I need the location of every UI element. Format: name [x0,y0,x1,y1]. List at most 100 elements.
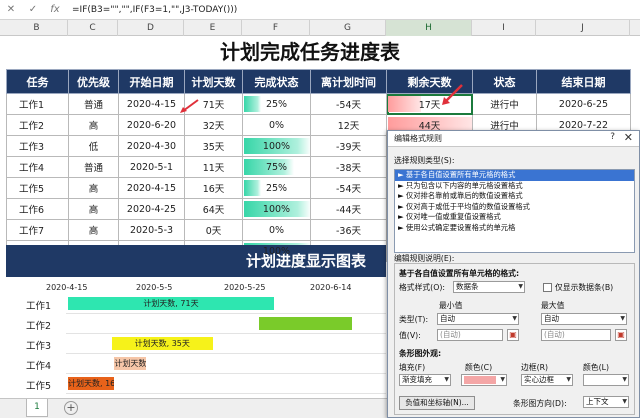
column-header-c[interactable]: C [68,20,118,36]
rule-type-item[interactable]: ► 使用公式确定要设置格式的单元格 [395,223,634,234]
rule-type-item[interactable]: ► 基于各自值设置所有单元格的格式 [395,170,634,181]
column-header-b[interactable]: B [6,20,68,36]
value-label: 值(V): [399,331,421,340]
negative-axis-button[interactable]: 负值和坐标轴(N)... [399,396,475,410]
gap-cell[interactable]: -36天 [310,219,387,241]
column-header-g[interactable]: G [310,20,386,36]
rule-type-item[interactable]: ► 仅对排名靠前或靠后的数值设置格式 [395,191,634,202]
task-cell[interactable]: 工作1 [6,93,69,115]
cancel-icon[interactable]: ✕ [0,4,22,15]
bar-direction-select[interactable]: 上下文 ▼ [583,396,629,408]
priority-cell[interactable]: 高 [68,198,119,220]
fill-color-select[interactable]: ▼ [461,374,507,386]
fill-color-swatch [464,376,496,384]
plan-days-cell[interactable]: 32天 [184,114,243,136]
plan-days-cell[interactable]: 0天 [184,219,243,241]
task-cell[interactable]: 工作2 [6,114,69,136]
column-header-e[interactable]: E [184,20,242,36]
show-bar-only-checkbox[interactable] [543,283,552,292]
gap-cell[interactable]: -44天 [310,198,387,220]
min-value-input[interactable]: (自动) [437,329,503,341]
task-cell[interactable]: 工作7 [6,219,69,241]
range-picker-icon[interactable]: ▣ [507,329,519,341]
priority-cell[interactable]: 低 [68,135,119,157]
format-style-select[interactable]: 数据条 ▼ [453,281,525,293]
progress-cell[interactable]: 0% [242,219,311,241]
header-progress[interactable]: 完成状态 [242,69,311,94]
sheet-tab-1[interactable]: 1 [26,399,48,417]
progress-cell[interactable]: 100% [242,198,311,220]
progress-data-bar [244,96,261,112]
start-date-cell[interactable]: 2020-4-30 [118,135,185,157]
confirm-icon[interactable]: ✓ [22,4,44,15]
header-end-date[interactable]: 结束日期 [536,69,631,94]
dialog-titlebar[interactable]: 编辑格式规则 ? ✕ [388,131,639,147]
plan-days-cell[interactable]: 35天 [184,135,243,157]
bar-direction-value: 上下文 [586,397,609,406]
start-date-cell[interactable]: 2020-4-25 [118,198,185,220]
plan-days-cell[interactable]: 64天 [184,198,243,220]
border-color-select[interactable]: ▼ [583,374,629,386]
rule-type-item[interactable]: ► 只为包含以下内容的单元格设置格式 [395,181,634,192]
progress-cell[interactable]: 25% [242,93,311,115]
column-header-d[interactable]: D [118,20,184,36]
help-icon[interactable]: ? [610,132,615,142]
header-status[interactable]: 状态 [472,69,537,94]
start-date-cell[interactable]: 2020-4-15 [118,177,185,199]
header-priority[interactable]: 优先级 [68,69,119,94]
plan-days-cell[interactable]: 11天 [184,156,243,178]
range-picker-icon[interactable]: ▣ [615,329,627,341]
header-plan-days[interactable]: 计划天数 [184,69,243,94]
fill-select[interactable]: 渐变填充 ▼ [399,374,451,386]
start-date-cell[interactable]: 2020-4-15 [118,93,185,115]
task-cell[interactable]: 工作5 [6,177,69,199]
progress-cell[interactable]: 0% [242,114,311,136]
add-sheet-icon[interactable]: + [64,401,78,415]
gap-cell[interactable]: 12天 [310,114,387,136]
close-icon[interactable]: ✕ [624,131,633,144]
column-header-f[interactable]: F [242,20,310,36]
priority-cell[interactable]: 高 [68,177,119,199]
start-date-cell[interactable]: 2020-5-3 [118,219,185,241]
priority-cell[interactable]: 普通 [68,156,119,178]
min-type-select[interactable]: 自动 ▼ [437,313,519,325]
task-cell[interactable]: 工作4 [6,156,69,178]
header-task[interactable]: 任务 [6,69,69,94]
column-header-j[interactable]: J [536,20,630,36]
border-select[interactable]: 实心边框 ▼ [521,374,573,386]
progress-cell[interactable]: 25% [242,177,311,199]
fx-icon[interactable]: fx [44,4,66,15]
header-gap[interactable]: 离计划时间 [310,69,387,94]
task-cell[interactable]: 工作3 [6,135,69,157]
gap-cell[interactable]: -54天 [310,93,387,115]
max-value-input[interactable]: (自动) [541,329,611,341]
task-cell[interactable]: 工作6 [6,198,69,220]
status-cell[interactable]: 进行中 [472,93,537,115]
rule-type-item[interactable]: ► 仅对唯一值或重复值设置格式 [395,212,634,223]
priority-cell[interactable]: 普通 [68,93,119,115]
bar-appearance-label: 条形图外观: [399,349,442,358]
formula-input[interactable]: =IF(B3="","",IF(F3=1,"",J3-TODAY())) [72,5,237,15]
max-type-select[interactable]: 自动 ▼ [541,313,627,325]
gantt-row-label: 工作3 [26,341,52,352]
column-header-h[interactable]: H [386,20,472,36]
color-label: 颜色(C) [465,363,493,372]
priority-cell[interactable]: 高 [68,114,119,136]
plan-days-cell[interactable]: 16天 [184,177,243,199]
progress-cell[interactable]: 100% [242,135,311,157]
rule-type-list[interactable]: ► 基于各自值设置所有单元格的格式 ► 只为包含以下内容的单元格设置格式 ► 仅… [394,169,635,253]
gap-cell[interactable]: -39天 [310,135,387,157]
gap-cell[interactable]: -38天 [310,156,387,178]
priority-cell[interactable]: 高 [68,219,119,241]
start-date-cell[interactable]: 2020-5-1 [118,156,185,178]
progress-cell[interactable]: 75% [242,156,311,178]
gap-cell[interactable]: -54天 [310,177,387,199]
start-date-cell[interactable]: 2020-6-20 [118,114,185,136]
progress-text: 100% [262,140,291,152]
desc-heading: 基于各自值设置所有单元格的格式: [399,269,520,278]
rule-type-item[interactable]: ► 仅对高于或低于平均值的数值设置格式 [395,202,634,213]
end-date-cell[interactable]: 2020-6-25 [536,93,631,115]
gantt-date-label: 2020-6-14 [310,283,352,292]
header-start-date[interactable]: 开始日期 [118,69,185,94]
column-header-i[interactable]: I [472,20,536,36]
